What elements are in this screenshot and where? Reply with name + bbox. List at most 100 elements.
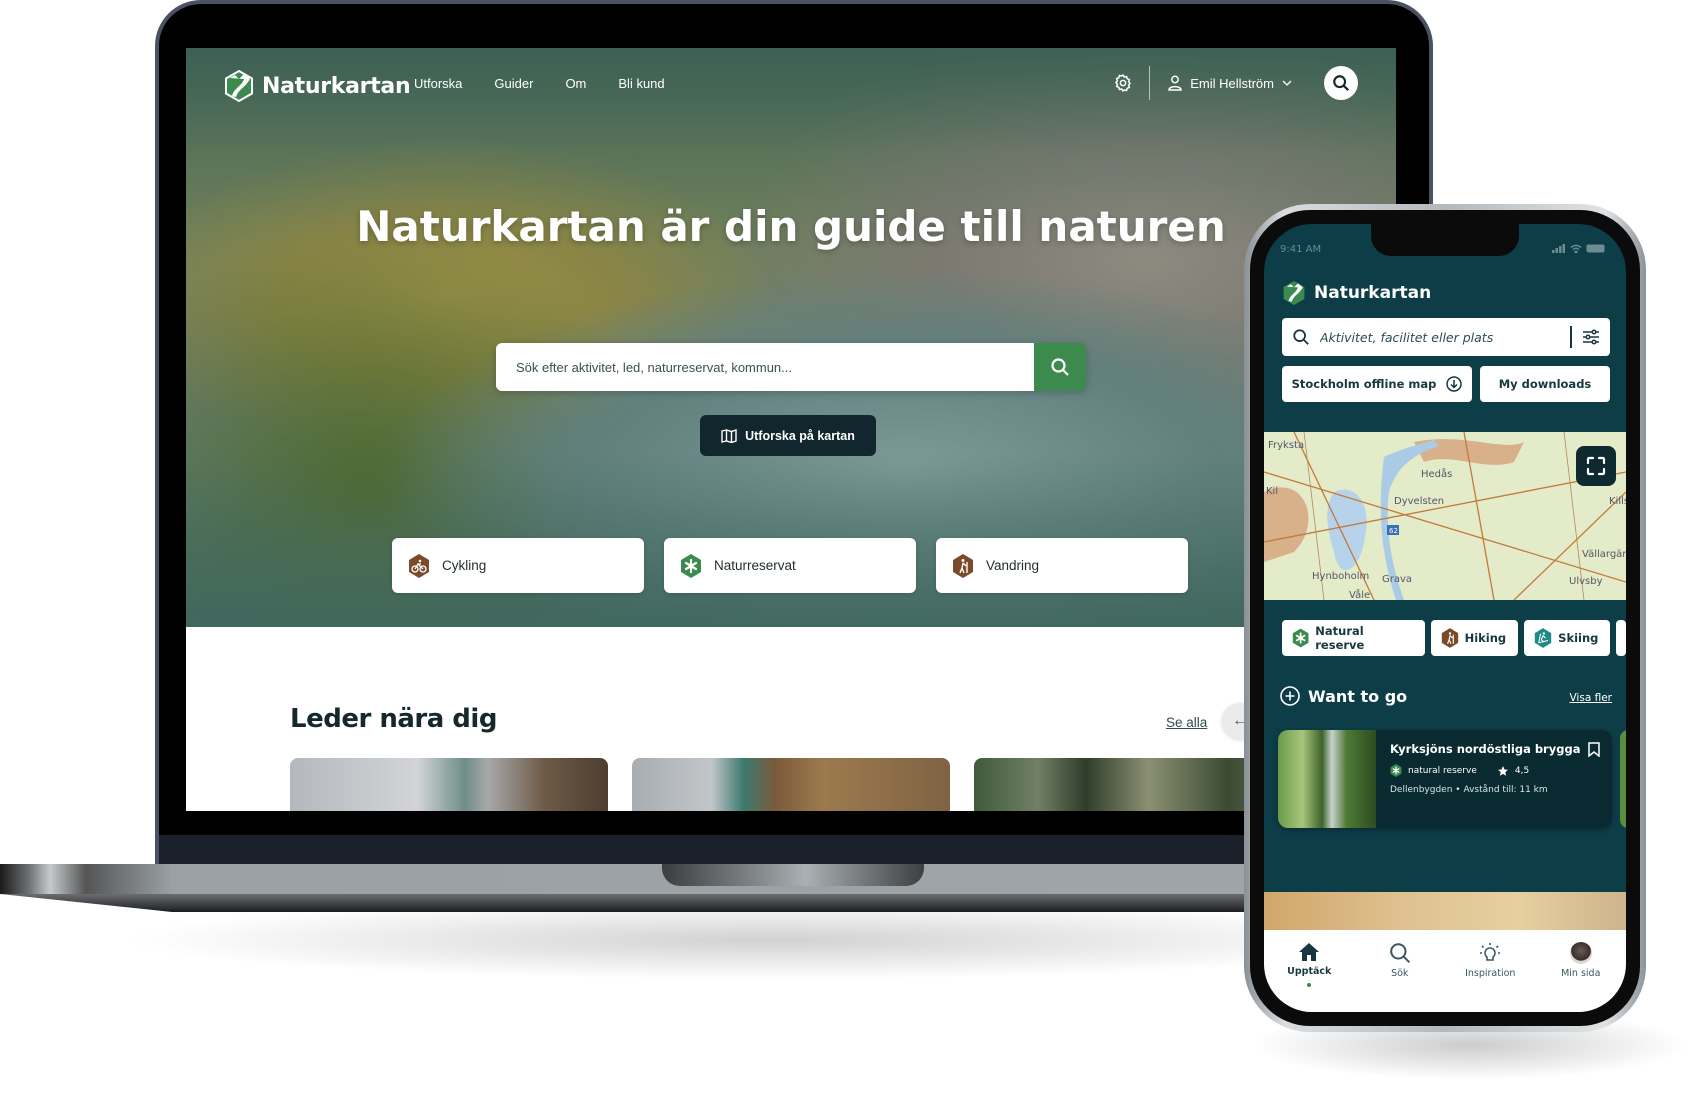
map-label: Hynboholm bbox=[1312, 571, 1369, 582]
mobile-search-bar bbox=[1282, 318, 1610, 356]
chip-skiing[interactable]: Skiing bbox=[1524, 620, 1611, 656]
map-label: Kil bbox=[1266, 486, 1278, 497]
tab-label: Inspiration bbox=[1465, 968, 1516, 979]
place-card-title: Kyrksjöns nordöstliga brygga bbox=[1390, 742, 1581, 756]
chip-natural-reserve[interactable]: Natural reserve bbox=[1282, 620, 1425, 656]
user-menu[interactable]: Emil Hellström bbox=[1168, 75, 1292, 91]
nav-link-bli-kund[interactable]: Bli kund bbox=[618, 76, 664, 91]
bookmark-icon[interactable] bbox=[1588, 742, 1600, 757]
mobile-category-chips: Natural reserve Hiking Skiing bbox=[1282, 620, 1626, 656]
place-card-rating: 4,5 bbox=[1514, 765, 1530, 776]
nature-reserve-icon bbox=[1292, 628, 1309, 648]
category-card-hiking[interactable]: Vandring bbox=[936, 538, 1188, 593]
map-label: Dyvelsten bbox=[1394, 496, 1444, 507]
trail-cards bbox=[290, 758, 1292, 811]
download-icon bbox=[1446, 376, 1463, 392]
place-card[interactable]: Kyrksjöns nordöstliga brygga natural res… bbox=[1278, 730, 1612, 828]
user-name: Emil Hellström bbox=[1190, 75, 1274, 91]
lightbulb-icon bbox=[1480, 943, 1501, 961]
home-icon bbox=[1299, 943, 1320, 961]
laptop-chin bbox=[159, 835, 1429, 866]
map-label: Fryksta bbox=[1268, 440, 1304, 451]
want-to-go-title: Want to go bbox=[1308, 686, 1408, 706]
category-card-cycling[interactable]: Cykling bbox=[392, 538, 644, 593]
category-card-nature-reserve[interactable]: Naturreservat bbox=[664, 538, 916, 593]
brand-name: Naturkartan bbox=[262, 73, 411, 99]
chip-label: Skiing bbox=[1558, 631, 1599, 645]
avatar bbox=[1569, 942, 1592, 964]
star-icon bbox=[1497, 765, 1508, 776]
status-icons bbox=[1552, 244, 1606, 253]
next-place-card[interactable] bbox=[1620, 730, 1626, 828]
tab-inspiration[interactable]: Inspiration bbox=[1455, 942, 1525, 1012]
tab-min-sida[interactable]: Min sida bbox=[1546, 942, 1616, 1012]
trail-card-image[interactable] bbox=[632, 758, 950, 811]
nav-link-om[interactable]: Om bbox=[565, 76, 586, 91]
fullscreen-icon bbox=[1586, 456, 1606, 476]
tab-label: Sök bbox=[1391, 968, 1409, 979]
battery-icon bbox=[1586, 244, 1605, 253]
show-more-link[interactable]: Visa fler bbox=[1569, 692, 1612, 704]
brand-logo[interactable]: Naturkartan bbox=[224, 70, 411, 102]
search-icon bbox=[1293, 329, 1309, 345]
trail-card-image[interactable] bbox=[290, 758, 608, 811]
search-icon bbox=[1333, 75, 1349, 91]
chip-label: Natural reserve bbox=[1315, 624, 1365, 652]
laptop-base-edge bbox=[0, 894, 1432, 912]
map-label: Kills bbox=[1609, 496, 1626, 507]
hero-search-input[interactable] bbox=[496, 343, 1034, 391]
explore-map-label: Utforska på kartan bbox=[745, 428, 855, 443]
fullscreen-map-button[interactable] bbox=[1576, 446, 1616, 486]
hero-search-button[interactable] bbox=[1034, 343, 1086, 391]
phone-notch bbox=[1371, 224, 1519, 256]
place-card-area: Dellenbygden bbox=[1390, 785, 1453, 795]
map-label: Grava bbox=[1382, 574, 1412, 585]
map-label: Vällargärd bbox=[1582, 549, 1626, 560]
laptop-shadow bbox=[120, 900, 1420, 980]
map-label: 62 bbox=[1389, 527, 1398, 535]
gear-icon[interactable] bbox=[1113, 73, 1133, 93]
tab-upptack[interactable]: Upptäck bbox=[1274, 942, 1344, 1012]
nav-link-utforska[interactable]: Utforska bbox=[414, 76, 462, 91]
category-label: Naturreservat bbox=[714, 558, 796, 573]
see-all-link[interactable]: Se alla bbox=[1166, 715, 1207, 730]
explore-map-button[interactable]: Utforska på kartan bbox=[700, 415, 876, 456]
active-tab-indicator bbox=[1307, 983, 1312, 987]
offline-map-label: Stockholm offline map bbox=[1291, 377, 1437, 391]
category-label: Cykling bbox=[442, 558, 487, 573]
offline-map-button[interactable]: Stockholm offline map bbox=[1282, 366, 1472, 402]
hero-search-bar bbox=[496, 343, 1086, 391]
hero-title: Naturkartan är din guide till naturen bbox=[356, 202, 1226, 251]
map-tiles: 62 Fryksta Hedås Kil Dyvelsten Hynboholm… bbox=[1264, 432, 1626, 600]
my-downloads-button[interactable]: My downloads bbox=[1480, 366, 1610, 402]
tab-sok[interactable]: Sök bbox=[1365, 942, 1435, 1012]
nav-link-guider[interactable]: Guider bbox=[494, 76, 533, 91]
place-card-meta: natural reserve 4,5 bbox=[1390, 764, 1598, 777]
signal-icon bbox=[1552, 244, 1565, 253]
chip-label: Hiking bbox=[1464, 631, 1507, 645]
tab-label: Upptäck bbox=[1287, 966, 1332, 977]
place-card-body: Kyrksjöns nordöstliga brygga natural res… bbox=[1376, 730, 1612, 828]
mobile-search-input[interactable] bbox=[1320, 329, 1570, 345]
hero-section: Naturkartan Utforska Guider Om Bli kund bbox=[186, 48, 1396, 627]
mobile-map[interactable]: 62 Fryksta Hedås Kil Dyvelsten Hynboholm… bbox=[1264, 432, 1626, 600]
chip-hiking[interactable]: Hiking bbox=[1430, 620, 1519, 656]
laptop-hinge-notch bbox=[662, 864, 924, 886]
place-card-distance: Avstånd till: 11 km bbox=[1463, 785, 1548, 795]
header-search-button[interactable] bbox=[1324, 66, 1358, 100]
trails-section-title: Leder nära dig bbox=[290, 704, 497, 734]
search-icon bbox=[1051, 358, 1069, 376]
logo-mark-icon bbox=[1283, 281, 1305, 305]
filter-icon[interactable] bbox=[1582, 329, 1600, 345]
nature-reserve-icon bbox=[681, 553, 701, 578]
mobile-brand-logo[interactable]: Naturkartan bbox=[1282, 280, 1431, 306]
status-time: 9:41 AM bbox=[1280, 244, 1322, 255]
hiking-icon bbox=[1441, 628, 1458, 648]
mobile-brand-name: Naturkartan bbox=[1314, 283, 1432, 303]
nature-reserve-icon bbox=[1390, 764, 1402, 777]
user-icon bbox=[1168, 75, 1182, 91]
wifi-icon bbox=[1570, 244, 1582, 253]
plus-circle-icon[interactable] bbox=[1280, 686, 1300, 706]
nav-right: Emil Hellström bbox=[1113, 66, 1358, 100]
chip-more[interactable] bbox=[1616, 620, 1626, 656]
